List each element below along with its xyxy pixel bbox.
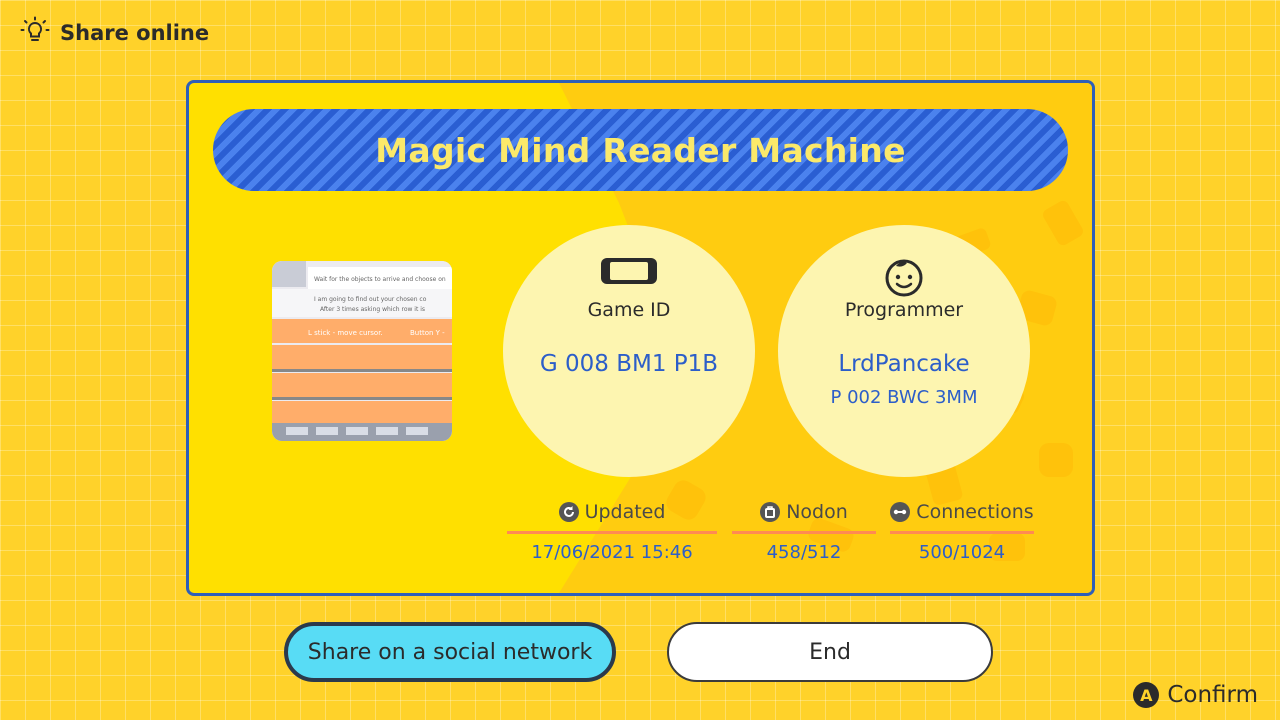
thumbnail-text-4: L stick - move cursor.: [308, 329, 383, 337]
thumbnail-text-2: I am going to find out your chosen co: [314, 296, 427, 303]
game-id-label: Game ID: [587, 299, 671, 321]
confirm-label: Confirm: [1167, 682, 1258, 708]
game-thumbnail: Wait for the objects to arrive and choos…: [272, 261, 452, 441]
connections-label: Connections: [916, 501, 1034, 523]
nodon-label: Nodon: [786, 501, 848, 523]
end-label: End: [809, 639, 851, 665]
programmer-label: Programmer: [844, 299, 964, 321]
game-id-value: G 008 BM1 P1B: [539, 351, 719, 377]
face-icon: [884, 257, 924, 301]
game-title: Magic Mind Reader Machine: [375, 130, 906, 170]
nodon-icon: [760, 502, 781, 522]
console-icon: [600, 257, 658, 289]
screen-header: Share online: [20, 16, 209, 50]
nodon-underline: [732, 531, 876, 534]
nodon-value: 458/512: [766, 542, 842, 563]
updated-value: 17/06/2021 15:46: [531, 542, 693, 563]
a-button-icon: A: [1133, 682, 1160, 708]
refresh-icon: [558, 502, 579, 522]
stat-connections: Connections 500/1024: [890, 499, 1034, 563]
thumbnail-text-3: After 3 times asking which row it is: [320, 306, 425, 313]
share-social-label: Share on a social network: [307, 639, 593, 665]
confirm-hint[interactable]: A Confirm: [1133, 682, 1258, 708]
updated-label: Updated: [584, 501, 666, 523]
end-button[interactable]: End: [667, 622, 993, 682]
connections-underline: [890, 531, 1034, 534]
game-id-card: Game ID G 008 BM1 P1B: [503, 225, 755, 477]
thumbnail-text-1: Wait for the objects to arrive and choos…: [314, 276, 446, 283]
programmer-id: P 002 BWC 3MM: [830, 387, 978, 408]
lightbulb-icon: [20, 16, 50, 50]
thumbnail-text-5: Button Y -: [410, 329, 445, 337]
connection-icon: [890, 502, 911, 522]
programmer-card: Programmer LrdPancake P 002 BWC 3MM: [778, 225, 1030, 477]
programmer-name: LrdPancake: [838, 351, 970, 377]
stat-nodon: Nodon 458/512: [732, 499, 876, 563]
game-info-panel: Magic Mind Reader Machine Wait for the o…: [186, 80, 1095, 596]
screen-title: Share online: [60, 21, 210, 45]
connections-value: 500/1024: [918, 542, 1006, 563]
updated-underline: [507, 531, 717, 534]
stat-updated: Updated 17/06/2021 15:46: [507, 499, 717, 563]
game-title-banner: Magic Mind Reader Machine: [213, 109, 1068, 191]
share-social-button[interactable]: Share on a social network: [284, 622, 616, 682]
